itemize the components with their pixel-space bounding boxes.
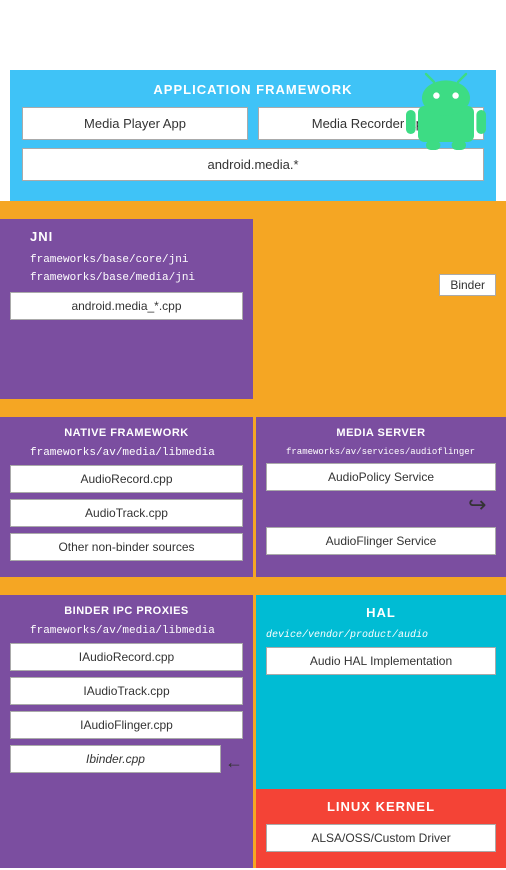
audio-record-box: AudioRecord.cpp [10,465,243,493]
hal-impl-box: Audio HAL Implementation [266,647,496,675]
media-server-path: frameworks/av/services/audioflinger [266,447,496,457]
iaudio-track-box: IAudioTrack.cpp [10,677,243,705]
media-server-title: MEDIA SERVER [266,427,496,439]
audio-flinger-box: AudioFlinger Service [266,527,496,555]
native-framework-section: NATIVE FRAMEWORK frameworks/av/media/lib… [0,417,253,577]
linux-kernel-section: LINUX KERNEL ALSA/OSS/Custom Driver [253,789,506,868]
arrow-container: ↩ [266,497,496,527]
jni-title: JNI [10,229,243,244]
native-framework-path: frameworks/av/media/libmedia [10,447,243,459]
binder-label: Binder [439,274,496,296]
jni-section: JNI frameworks/base/core/jni frameworks/… [0,219,253,399]
binder-ipc-path: frameworks/av/media/libmedia [10,625,243,637]
binder-ipc-title: BINDER IPC PROXIES [10,605,243,617]
audio-policy-box: AudioPolicy Service [266,463,496,491]
binder-ipc-section: BINDER IPC PROXIES frameworks/av/media/l… [0,595,253,789]
iaudio-record-box: IAudioRecord.cpp [10,643,243,671]
non-binder-box: Other non-binder sources [10,533,243,561]
android-logo [406,70,486,150]
jni-cpp-box: android.media_*.cpp [10,292,243,320]
media-server-section: MEDIA SERVER frameworks/av/services/audi… [253,417,506,577]
android-media-box: android.media.* [22,148,484,181]
native-media-row: NATIVE FRAMEWORK frameworks/av/media/lib… [0,417,506,577]
app-row-2: android.media.* [22,148,484,181]
media-player-box: Media Player App [22,107,248,140]
linux-kernel-row: LINUX KERNEL ALSA/OSS/Custom Driver [0,789,506,868]
iaudio-flinger-box: IAudioFlinger.cpp [10,711,243,739]
orange-band-lower [0,577,506,595]
orange-right-section [253,219,506,399]
hal-title: HAL [266,605,496,620]
alsa-driver-box: ALSA/OSS/Custom Driver [266,824,496,852]
jni-path2: frameworks/base/media/jni [10,272,243,284]
ibinder-box: Ibinder.cpp [10,745,221,773]
native-framework-title: NATIVE FRAMEWORK [10,427,243,439]
orange-band-top [0,201,506,219]
linux-kernel-left [0,789,253,868]
orange-band-middle [0,399,506,417]
hal-path: device/vendor/product/audio [266,630,496,641]
jni-path1: frameworks/base/core/jni [10,254,243,266]
curved-arrow-icon: ↩ [468,492,486,518]
binder-hal-row: BINDER IPC PROXIES frameworks/av/media/l… [0,595,506,789]
hal-section: HAL device/vendor/product/audio Audio HA… [253,595,506,789]
audio-track-box: AudioTrack.cpp [10,499,243,527]
ibinder-row: Ibinder.cpp ← [10,745,243,779]
linux-kernel-title: LINUX KERNEL [266,799,496,814]
middle-section: JNI frameworks/base/core/jni frameworks/… [0,219,506,399]
lbinder-arrow-icon: ← [225,752,243,773]
